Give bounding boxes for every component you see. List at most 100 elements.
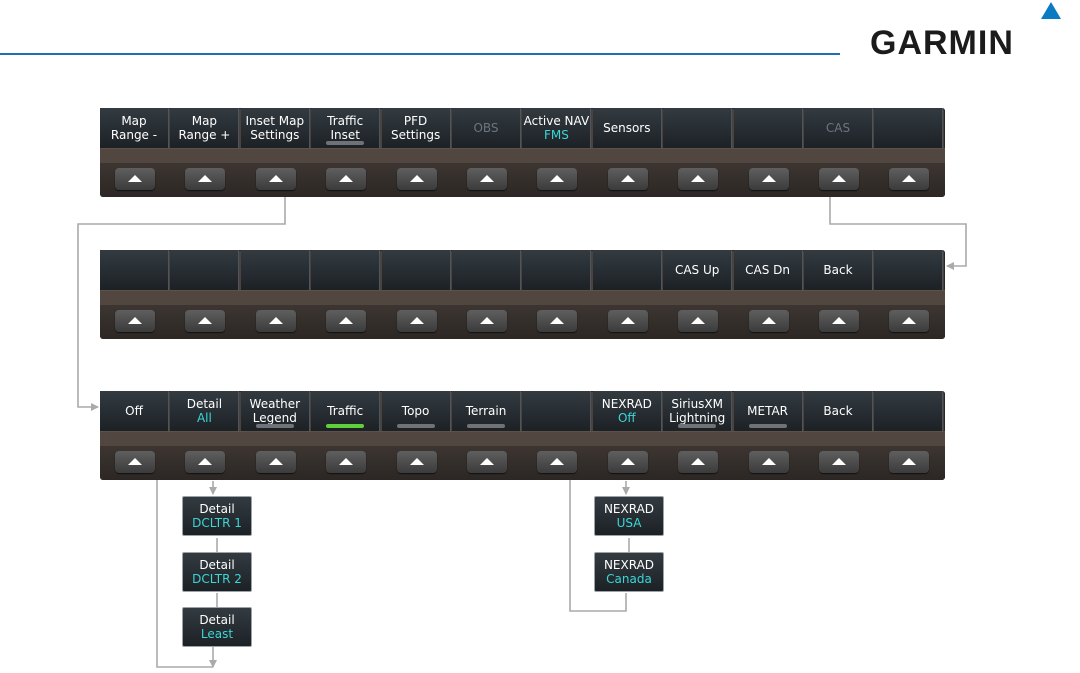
bezel-key-up-arrow-icon[interactable] — [819, 451, 859, 473]
softkey-blank-5[interactable] — [381, 250, 451, 290]
softkey-status-indicator — [326, 424, 365, 428]
softkey-cas-up[interactable]: CAS Up — [663, 250, 733, 290]
softkey-label: Sensors — [603, 121, 651, 135]
softkey-off[interactable]: Off — [100, 391, 169, 431]
softkey-label: Back — [823, 263, 853, 277]
bezel-key-up-arrow-icon[interactable] — [326, 168, 367, 190]
bezel-key-up-arrow-icon[interactable] — [396, 168, 437, 190]
softkey-label: CAS Up — [674, 263, 720, 277]
softkey-topo[interactable]: Topo — [381, 391, 451, 431]
softkey-label: CAS — [825, 121, 851, 135]
bezel-key-up-arrow-icon[interactable] — [115, 310, 155, 332]
softkey-blank-1[interactable] — [100, 250, 169, 290]
bezel-key-up-arrow-icon[interactable] — [678, 310, 719, 332]
bezel-key-up-arrow-icon[interactable] — [185, 451, 226, 473]
detail-dcltr2-value: DCLTR 2 — [192, 572, 242, 586]
nexrad-usa-label: NEXRAD — [603, 502, 655, 516]
softkey-back[interactable]: Back — [804, 391, 873, 431]
bezel-key-up-arrow-icon[interactable] — [678, 451, 719, 473]
softkey-siriusxm-lightning[interactable]: SiriusXM Lightning — [663, 391, 733, 431]
softkey-label: Map — [121, 114, 147, 128]
bezel-key-up-arrow-icon[interactable] — [255, 310, 296, 332]
nexrad-canada-softkey[interactable]: NEXRAD Canada — [594, 552, 664, 592]
softkey-map-range[interactable]: Map Range + — [170, 108, 240, 148]
detail-dcltr1-label: Detail — [199, 502, 235, 516]
bezel-key-up-arrow-icon[interactable] — [326, 451, 367, 473]
bezel-key-up-arrow-icon[interactable] — [185, 168, 226, 190]
softkey-blank-7[interactable] — [522, 391, 592, 431]
bezel-key-up-arrow-icon[interactable] — [255, 168, 296, 190]
bezel-key-up-arrow-icon[interactable] — [748, 168, 789, 190]
softkey-obs[interactable]: OBS — [452, 108, 521, 148]
bezel-key-up-arrow-icon[interactable] — [889, 310, 930, 332]
softkey-label: Map — [191, 114, 218, 128]
softkey-label: Traffic — [327, 114, 364, 128]
softkey-status-indicator — [748, 424, 787, 428]
softkey-label: OBS — [473, 121, 499, 135]
bezel-key-up-arrow-icon[interactable] — [607, 168, 648, 190]
softkey-bar-inset-map: Off Detail All Weather Legend Traffic Topo Terr… — [100, 391, 945, 480]
bezel-key-up-arrow-icon[interactable] — [115, 451, 155, 473]
bezel-key-up-arrow-icon[interactable] — [326, 310, 367, 332]
bezel-key-up-arrow-icon[interactable] — [748, 451, 789, 473]
bezel-key-up-arrow-icon[interactable] — [396, 310, 437, 332]
softkey-label: Topo — [401, 404, 430, 418]
softkey-status-indicator — [467, 424, 505, 428]
detail-dcltr2-softkey[interactable]: Detail DCLTR 2 — [182, 552, 252, 592]
softkey-weather-legend[interactable]: Weather Legend — [240, 391, 310, 431]
bezel-key-up-arrow-icon[interactable] — [396, 451, 437, 473]
softkey-label: Active NAV — [523, 114, 590, 128]
bezel-key-up-arrow-icon[interactable] — [819, 310, 859, 332]
softkey-traffic-inset[interactable]: Traffic Inset — [311, 108, 381, 148]
softkey-label: Back — [823, 404, 853, 418]
nexrad-usa-softkey[interactable]: NEXRAD USA — [594, 496, 664, 536]
softkey-label: Inset Map — [245, 114, 305, 128]
softkey-blank-4[interactable] — [311, 250, 381, 290]
bezel-key-up-arrow-icon[interactable] — [467, 451, 507, 473]
softkey-pfd-settings[interactable]: PFD Settings — [381, 108, 451, 148]
bezel-key-up-arrow-icon[interactable] — [255, 451, 296, 473]
softkey-blank-10[interactable] — [733, 108, 803, 148]
softkey-blank-3[interactable] — [240, 250, 310, 290]
detail-dcltr1-softkey[interactable]: Detail DCLTR 1 — [182, 496, 252, 536]
softkey-blank-12[interactable] — [874, 391, 944, 431]
bezel-key-up-arrow-icon[interactable] — [607, 310, 648, 332]
bezel-key-up-arrow-icon[interactable] — [537, 168, 578, 190]
softkey-cas-dn[interactable]: CAS Dn — [733, 250, 803, 290]
bezel-key-up-arrow-icon[interactable] — [819, 168, 859, 190]
softkey-blank-12[interactable] — [874, 108, 944, 148]
bezel-key-up-arrow-icon[interactable] — [185, 310, 226, 332]
softkey-blank-9[interactable] — [663, 108, 733, 148]
nexrad-usa-value: USA — [616, 516, 642, 530]
softkey-active-nav-fms[interactable]: Active NAV FMS — [522, 108, 592, 148]
softkey-nexrad-off[interactable]: NEXRAD Off — [592, 391, 662, 431]
softkey-cas[interactable]: CAS — [804, 108, 873, 148]
softkey-blank-7[interactable] — [522, 250, 592, 290]
softkey-blank-12[interactable] — [874, 250, 944, 290]
bezel-key-up-arrow-icon[interactable] — [678, 168, 719, 190]
bezel-key-up-arrow-icon[interactable] — [467, 310, 507, 332]
softkey-blank-8[interactable] — [592, 250, 662, 290]
softkey-terrain[interactable]: Terrain — [452, 391, 521, 431]
softkey-map-range[interactable]: Map Range - — [100, 108, 169, 148]
detail-least-softkey[interactable]: Detail Least — [182, 607, 252, 647]
softkey-detail-all[interactable]: Detail All — [170, 391, 240, 431]
bezel-key-up-arrow-icon[interactable] — [889, 168, 930, 190]
softkey-metar[interactable]: METAR — [733, 391, 803, 431]
softkey-status-indicator — [326, 141, 365, 145]
bezel-key-up-arrow-icon[interactable] — [537, 310, 578, 332]
softkey-sensors[interactable]: Sensors — [592, 108, 662, 148]
bezel-key-up-arrow-icon[interactable] — [607, 451, 648, 473]
softkey-blank-6[interactable] — [452, 250, 521, 290]
softkey-label: PFD — [403, 114, 428, 128]
bezel-key-up-arrow-icon[interactable] — [889, 451, 930, 473]
softkey-inset-map-settings[interactable]: Inset Map Settings — [240, 108, 310, 148]
bezel-key-up-arrow-icon[interactable] — [748, 310, 789, 332]
softkey-blank-2[interactable] — [170, 250, 240, 290]
softkey-label: Legend — [252, 411, 297, 425]
bezel-key-up-arrow-icon[interactable] — [467, 168, 507, 190]
bezel-key-up-arrow-icon[interactable] — [537, 451, 578, 473]
bezel-key-up-arrow-icon[interactable] — [115, 168, 155, 190]
softkey-traffic[interactable]: Traffic — [311, 391, 381, 431]
softkey-back[interactable]: Back — [804, 250, 873, 290]
